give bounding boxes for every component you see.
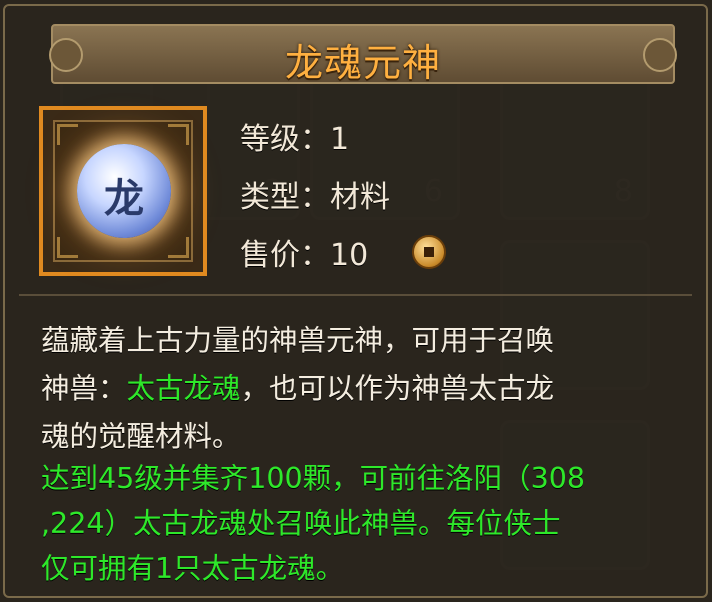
- level-label: 等级：: [240, 122, 330, 157]
- level-stat: 等级：1: [240, 114, 349, 158]
- type-label: 类型：: [240, 180, 330, 215]
- item-tooltip: 龙魂元神 龙 等级：1 类型：材料 售价：10 蕴藏着上古力量的神兽元神，可用于…: [3, 4, 708, 598]
- section-divider: [19, 294, 692, 296]
- item-icon-background: 龙: [53, 120, 193, 262]
- requirement-line: ,224）太古龙魂处召唤此神兽。每位侠士: [41, 507, 561, 540]
- price-value: 10: [330, 238, 369, 273]
- frame-corner: [168, 237, 189, 258]
- frame-corner: [57, 237, 78, 258]
- frame-corner: [168, 124, 189, 145]
- type-value: 材料: [330, 180, 390, 215]
- item-title: 龙魂元神: [284, 41, 441, 85]
- type-stat: 类型：材料: [240, 172, 390, 216]
- price-stat: 售价：10: [240, 230, 368, 274]
- coin-square-hole: [424, 247, 434, 257]
- orb-glyph: 龙: [104, 175, 144, 222]
- description-text: ，也可以作为神兽太古龙: [240, 372, 555, 405]
- price-label: 售价：: [240, 238, 330, 273]
- description-line: 蕴藏着上古力量的神兽元神，可用于召唤: [41, 324, 555, 357]
- description-line: 神兽：太古龙魂，也可以作为神兽太古龙: [41, 366, 554, 407]
- highlighted-beast-name: 太古龙魂: [126, 372, 241, 405]
- level-value: 1: [330, 122, 350, 157]
- requirement-line: 仅可拥有1只太古龙魂。: [41, 552, 345, 585]
- copper-coin-icon: [412, 235, 446, 269]
- requirement-line: 达到45级并集齐100颗，可前往洛阳（308: [41, 462, 586, 495]
- title-bar: 龙魂元神: [49, 24, 677, 85]
- description-line: 魂的觉醒材料。: [41, 420, 241, 453]
- frame-corner: [57, 124, 78, 145]
- description-text: 神兽：: [41, 372, 127, 405]
- dragon-soul-orb-icon: 龙: [77, 144, 171, 238]
- item-icon-frame: 龙: [39, 106, 207, 276]
